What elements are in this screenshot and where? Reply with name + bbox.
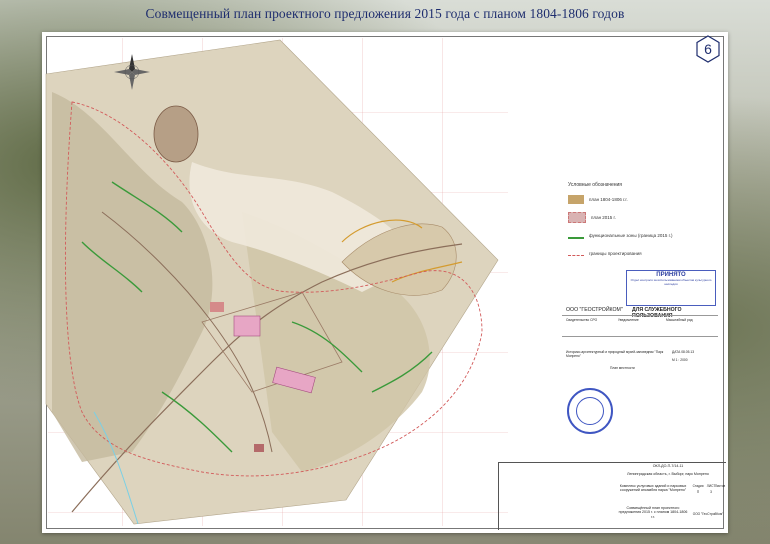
legend-swatch (568, 250, 584, 256)
stage-value: П (696, 490, 700, 494)
legend-swatch (568, 232, 584, 239)
legend-item: план 2015 г. (568, 211, 688, 223)
legend-label: план 2015 г. (591, 214, 616, 220)
building (210, 302, 224, 312)
sheets-label: Листов (714, 484, 726, 488)
island (153, 105, 199, 163)
legend-label: границы проектирования (589, 250, 642, 256)
description-text: Комплекс услуговых зданий и парковых соо… (619, 484, 687, 493)
plan-title-text: Совмещённый план проектного предложения … (618, 506, 688, 519)
plan-sheet: 6 Условные обозначения план 1804-1806 г.… (42, 32, 728, 533)
divider (562, 315, 718, 316)
map-legend: Условные обозначения план 1804-1806 г.г.… (568, 182, 688, 266)
divider (562, 336, 718, 337)
date-label: ДАТА 08.05.13 (672, 350, 695, 354)
location-text: Ленинградская область, г. Выборг, парк М… (627, 472, 709, 476)
company-name: ООО "ГЕОСТРОЙКОМ" (566, 307, 623, 313)
legend-swatch (568, 211, 586, 223)
plan-label: План местности (610, 366, 635, 370)
slide-number: 6 (704, 41, 712, 57)
legend-item: план 1804-1806 г.г. (568, 194, 688, 204)
building (254, 444, 264, 452)
stamp-text: Отдел контроля за использованием объекто… (630, 278, 712, 286)
legend-label: план 1804-1806 г.г. (589, 196, 628, 202)
page-title: Совмещенный план проектного предложения … (145, 6, 625, 21)
scale-label: М 1 : 2000 (672, 358, 688, 362)
firm-name: ООО "ГеоСтройКом" (692, 512, 724, 516)
legend-item: границы проектирования (568, 248, 688, 258)
info-line-3: Масштабный ряд (666, 318, 693, 322)
sheet-value: 3 (710, 490, 712, 494)
approval-stamp: ПРИНЯТО Отдел контроля за использованием… (626, 270, 716, 306)
info-line-2: Уведомление (618, 318, 639, 322)
title-block: ОКЛ-ДО-П-7/14-11 Ленинградская область, … (498, 462, 726, 530)
object-name: Историко-архитектурный и природный музей… (566, 350, 664, 358)
legend-label: функциональные зоны (граница 2015 г.) (589, 232, 673, 238)
legend-item: функциональные зоны (граница 2015 г.) (568, 230, 688, 240)
legend-swatch (568, 194, 584, 204)
drawing-code: ОКЛ-ДО-П-7/14-11 (652, 464, 684, 468)
legend-title: Условные обозначения (568, 182, 623, 188)
round-seal (567, 388, 613, 434)
building (233, 315, 261, 337)
stage-label: Стадия (692, 484, 704, 488)
info-line-1: Свидетельство СРО (566, 318, 598, 322)
slide-badge: 6 (694, 35, 722, 63)
